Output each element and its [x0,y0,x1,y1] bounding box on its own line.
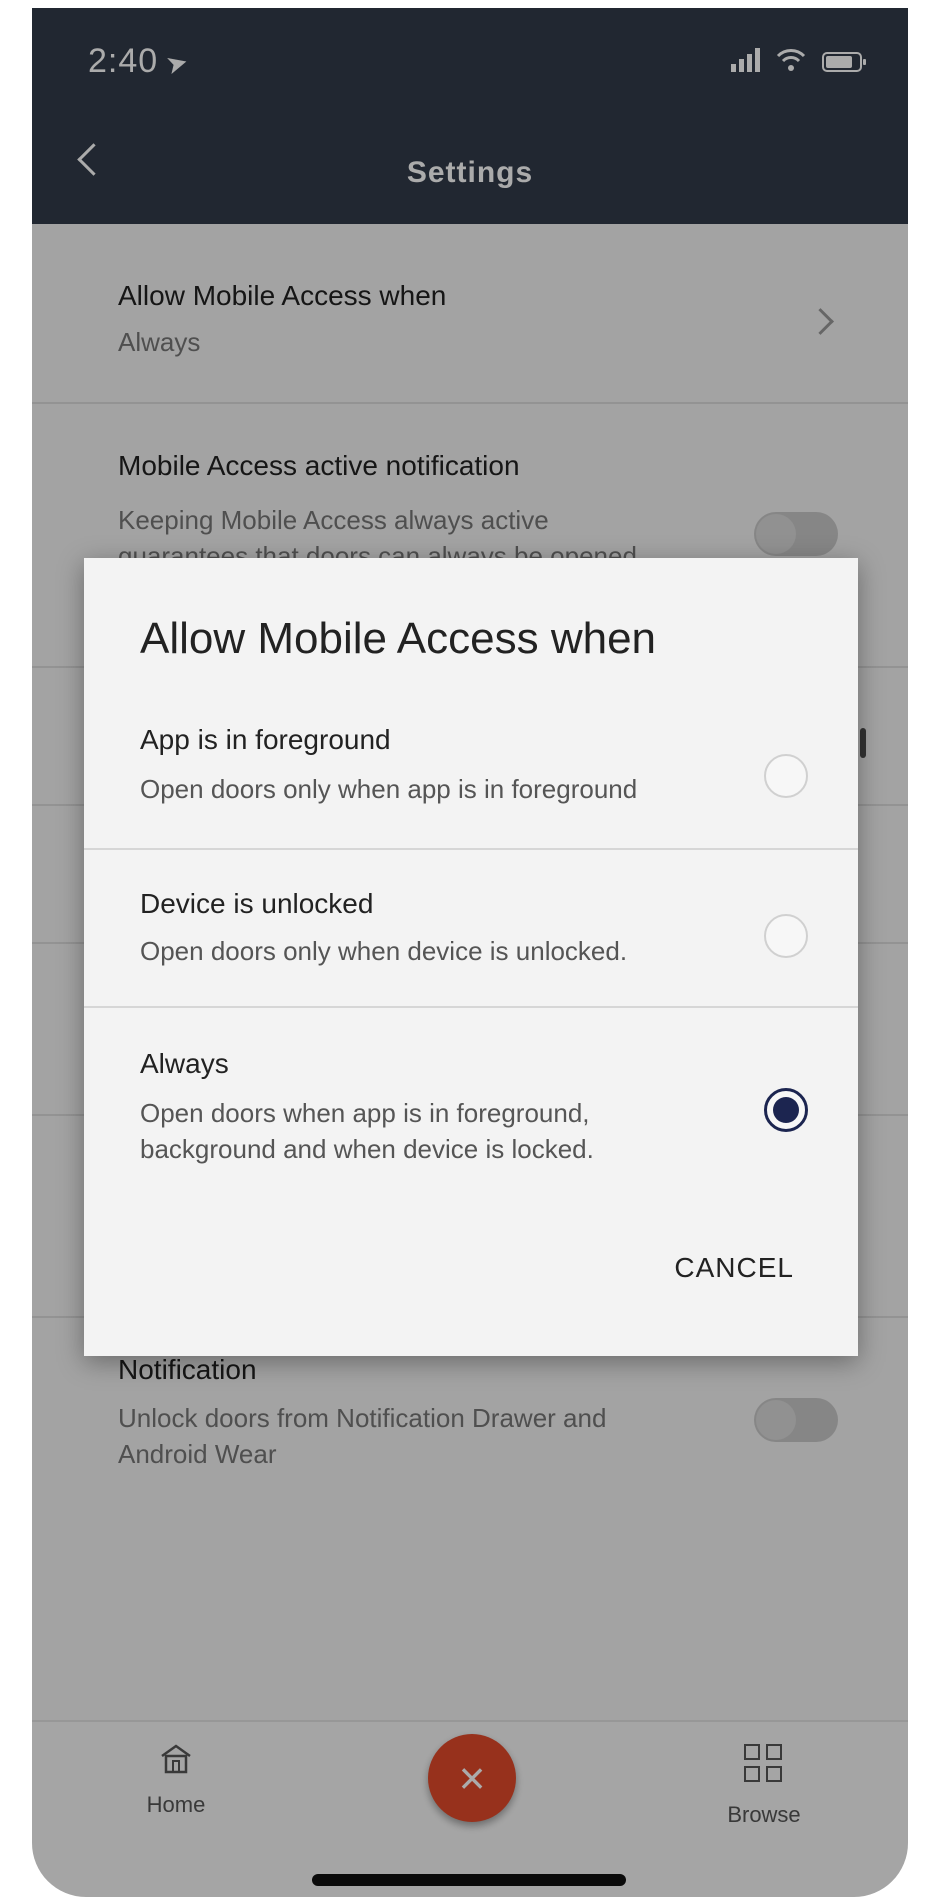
cancel-button[interactable]: CANCEL [674,1252,794,1284]
option-divider [84,1006,858,1008]
phone-screen: 2:40 ➤ Settings Allow Mobile Access when … [32,8,908,1897]
option-title: Device is unlocked [140,888,374,919]
option-divider [84,848,858,850]
option-desc: Open doors only when app is in foregroun… [140,774,638,804]
dialog-title: Allow Mobile Access when [140,614,657,663]
radio-device-unlocked[interactable] [764,914,808,958]
option-app-foreground[interactable]: App is in foreground Open doors only whe… [84,718,858,878]
option-desc-line2: background and when device is locked. [140,1134,594,1164]
radio-app-foreground[interactable] [764,754,808,798]
option-always[interactable]: Always Open doors when app is in foregro… [84,1048,858,1228]
option-title: App is in foreground [140,724,391,755]
radio-always-selected[interactable] [764,1088,808,1132]
option-desc-line1: Open doors when app is in foreground, [140,1098,590,1128]
toggle-peek-edge [860,728,866,758]
allow-access-dialog: Allow Mobile Access when App is in foreg… [84,558,858,1356]
option-title: Always [140,1048,229,1079]
option-desc: Open doors only when device is unlocked. [140,936,628,966]
